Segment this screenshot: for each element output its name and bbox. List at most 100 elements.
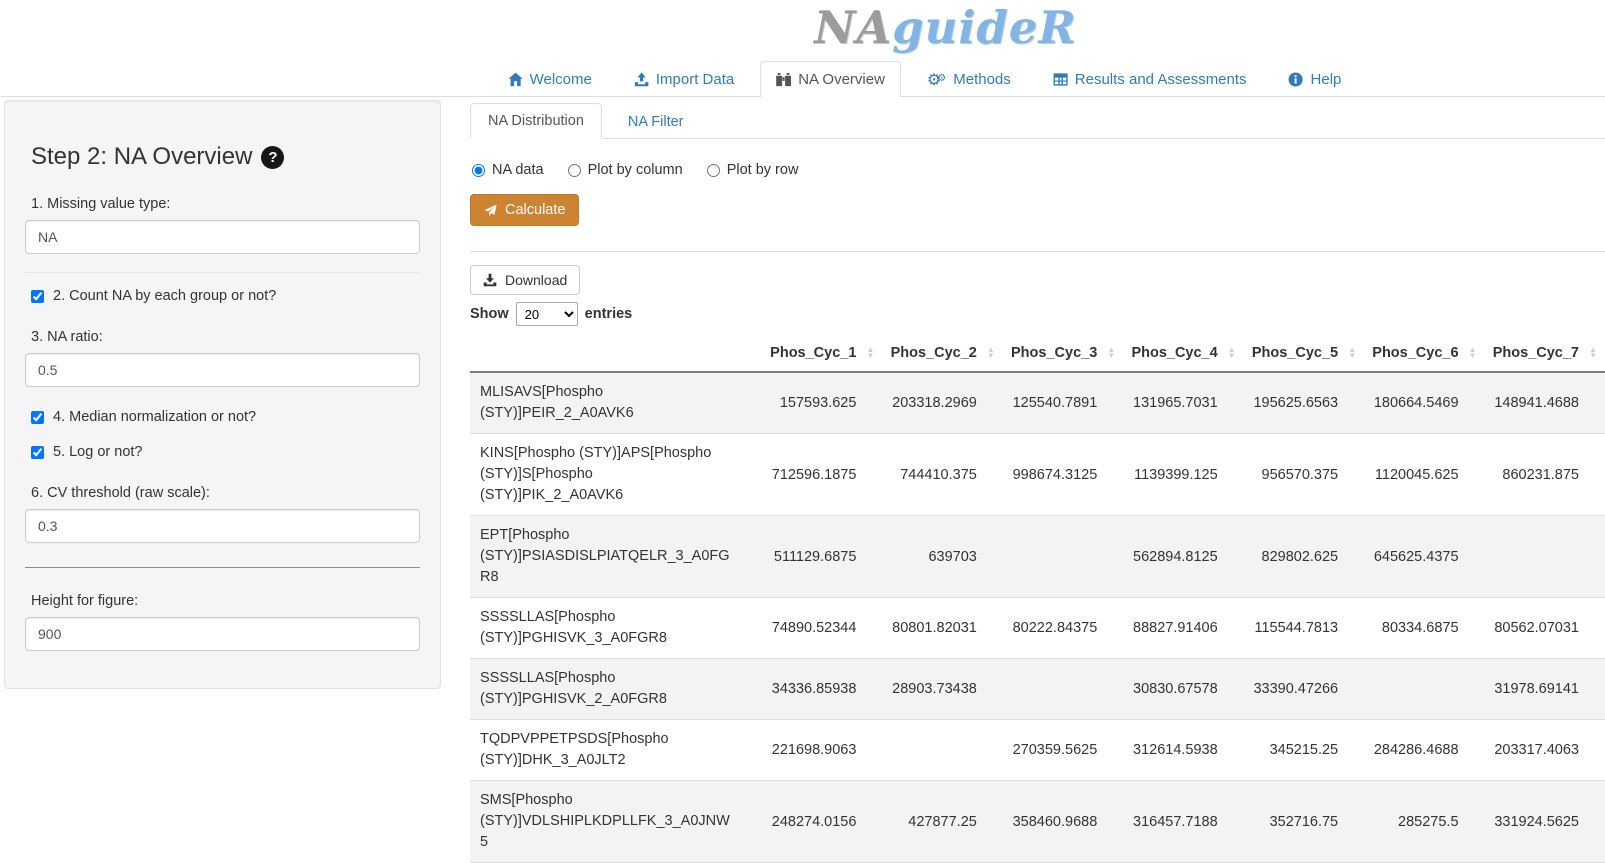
cell: 284286.4688 [1364, 720, 1484, 781]
cell: 180664.5469 [1364, 372, 1484, 434]
cell: 131965.7031 [1123, 372, 1243, 434]
download-button-label: Download [505, 272, 567, 288]
help-question-icon[interactable]: ? [261, 146, 284, 169]
cv-threshold-input[interactable] [25, 509, 420, 543]
naguider-app: NAguideR Welcome Import Data NA Overview… [0, 0, 1605, 786]
sidebar-title-text: Step 2: NA Overview [31, 143, 252, 171]
cell: 248274.0156 [762, 781, 882, 863]
peptide-name: TQDPVPPETPSDS[Phospho (STY)]DHK_3_A0JLT2 [470, 720, 762, 781]
main-nav: Welcome Import Data NA Overview ⚙⚙ Metho… [487, 61, 1363, 97]
missing-value-type-input[interactable] [25, 220, 420, 254]
count-na-label: 2. Count NA by each group or not? [53, 288, 276, 304]
sidebar-panel: Step 2: NA Overview ? 1. Missing value t… [4, 100, 441, 689]
radio-plot-by-row-input[interactable] [707, 164, 720, 177]
table-row: SSSSLLAS[Phospho (STY)]PGHISVK_2_A0FGR8 … [470, 659, 1605, 720]
entries-select[interactable]: 20 [516, 302, 578, 326]
cell: 860231.875 [1485, 434, 1605, 516]
cell: 203317.4063 [1485, 720, 1605, 781]
sub-tabs: NA Distribution NA Filter [470, 102, 1605, 139]
cell: 80334.6875 [1364, 598, 1484, 659]
download-button[interactable]: Download [470, 265, 580, 295]
gears-icon: ⚙⚙ [927, 71, 946, 88]
column-header[interactable]: Phos_Cyc_2▲▼ [882, 335, 1002, 372]
nav-tab-welcome[interactable]: Welcome [492, 61, 608, 97]
tab-na-filter[interactable]: NA Filter [610, 104, 702, 139]
sort-icon[interactable]: ▲▼ [1469, 347, 1477, 359]
cell: 998674.3125 [1003, 434, 1123, 516]
nav-tab-import-data[interactable]: Import Data [618, 61, 750, 97]
home-icon [508, 72, 523, 87]
cell: 88827.91406 [1123, 598, 1243, 659]
cell [1485, 516, 1605, 598]
peptide-name: SSSSLLAS[Phospho (STY)]PGHISVK_3_A0FGR8 [470, 598, 762, 659]
calculate-button[interactable]: Calculate [470, 194, 579, 226]
radio-na-data-input[interactable] [472, 164, 485, 177]
table-header-row: Phos_Cyc_1▲▼ Phos_Cyc_2▲▼ Phos_Cyc_3▲▼ P… [470, 335, 1605, 372]
cell: 148941.4688 [1485, 372, 1605, 434]
table-row: SMS[Phospho (STY)]VDLSHIPLKDPLLFK_3_A0JN… [470, 781, 1605, 863]
cv-threshold-label: 6. CV threshold (raw scale): [31, 485, 414, 501]
cell: 28903.73438 [882, 659, 1002, 720]
radio-plot-by-row-label: Plot by row [727, 162, 799, 178]
column-header[interactable]: Phos_Cyc_5▲▼ [1244, 335, 1364, 372]
na-ratio-input[interactable] [25, 353, 420, 387]
cell: 312614.5938 [1123, 720, 1243, 781]
cell: 639703 [882, 516, 1002, 598]
cell: 316457.7188 [1123, 781, 1243, 863]
radio-plot-by-column-label: Plot by column [588, 162, 683, 178]
column-header[interactable]: Phos_Cyc_4▲▼ [1123, 335, 1243, 372]
cell: 352716.75 [1244, 781, 1364, 863]
sort-icon[interactable]: ▲▼ [1228, 347, 1236, 359]
sort-icon[interactable]: ▲▼ [867, 347, 875, 359]
nav-tab-help[interactable]: Help [1273, 61, 1358, 97]
show-entries-control: Show 20 entries [470, 302, 1605, 326]
nav-tab-label: Results and Assessments [1075, 71, 1247, 88]
content-divider [470, 251, 1605, 252]
cell: 1120045.625 [1364, 434, 1484, 516]
cell: 331924.5625 [1485, 781, 1605, 863]
nav-tab-results[interactable]: Results and Assessments [1037, 61, 1263, 97]
median-normalization-checkbox[interactable] [31, 411, 44, 424]
cell: 125540.7891 [1003, 372, 1123, 434]
nav-tab-methods[interactable]: ⚙⚙ Methods [911, 61, 1027, 97]
sort-icon[interactable]: ▲▼ [1107, 347, 1115, 359]
nav-tab-na-overview[interactable]: NA Overview [760, 61, 901, 97]
sort-icon[interactable]: ▲▼ [987, 347, 995, 359]
column-header[interactable]: Phos_Cyc_3▲▼ [1003, 335, 1123, 372]
cell: 285275.5 [1364, 781, 1484, 863]
log-checkbox-row: 5. Log or not? [31, 444, 414, 460]
log-checkbox[interactable] [31, 446, 44, 459]
table-row: EPT[Phospho (STY)]PSIASDISLPIATQELR_3_A0… [470, 516, 1605, 598]
column-header[interactable]: Phos_Cyc_1▲▼ [762, 335, 882, 372]
radio-plot-by-row[interactable]: Plot by row [707, 162, 799, 178]
radio-plot-by-column[interactable]: Plot by column [568, 162, 683, 178]
sort-icon[interactable]: ▲▼ [1348, 347, 1356, 359]
calculate-button-label: Calculate [505, 202, 565, 218]
rowname-column-header [470, 335, 762, 372]
sort-icon[interactable]: ▲▼ [1589, 347, 1597, 359]
median-normalization-label: 4. Median normalization or not? [53, 409, 256, 425]
peptide-name: MLISAVS[Phospho (STY)]PEIR_2_A0AVK6 [470, 372, 762, 434]
column-header[interactable]: Phos_Cyc_6▲▼ [1364, 335, 1484, 372]
median-normalization-checkbox-row: 4. Median normalization or not? [31, 409, 414, 425]
cell [882, 720, 1002, 781]
sidebar-divider-light [25, 272, 420, 273]
cell: 31978.69141 [1485, 659, 1605, 720]
binoculars-icon [776, 72, 791, 87]
cell [1003, 516, 1123, 598]
cell: 203318.2969 [882, 372, 1002, 434]
count-na-checkbox[interactable] [31, 290, 44, 303]
cell: 80222.84375 [1003, 598, 1123, 659]
column-header[interactable]: Phos_Cyc_7▲▼ [1485, 335, 1605, 372]
figure-height-input[interactable] [25, 617, 420, 651]
tab-na-distribution[interactable]: NA Distribution [470, 103, 602, 139]
table-icon [1053, 72, 1068, 87]
radio-na-data[interactable]: NA data [472, 162, 544, 178]
radio-plot-by-column-input[interactable] [568, 164, 581, 177]
cell: 712596.1875 [762, 434, 882, 516]
cell: 34336.85938 [762, 659, 882, 720]
peptide-name: SSSSLLAS[Phospho (STY)]PGHISVK_2_A0FGR8 [470, 659, 762, 720]
peptide-name: EPT[Phospho (STY)]PSIASDISLPIATQELR_3_A0… [470, 516, 762, 598]
nav-tab-label: Import Data [656, 71, 734, 88]
cell: 358460.9688 [1003, 781, 1123, 863]
